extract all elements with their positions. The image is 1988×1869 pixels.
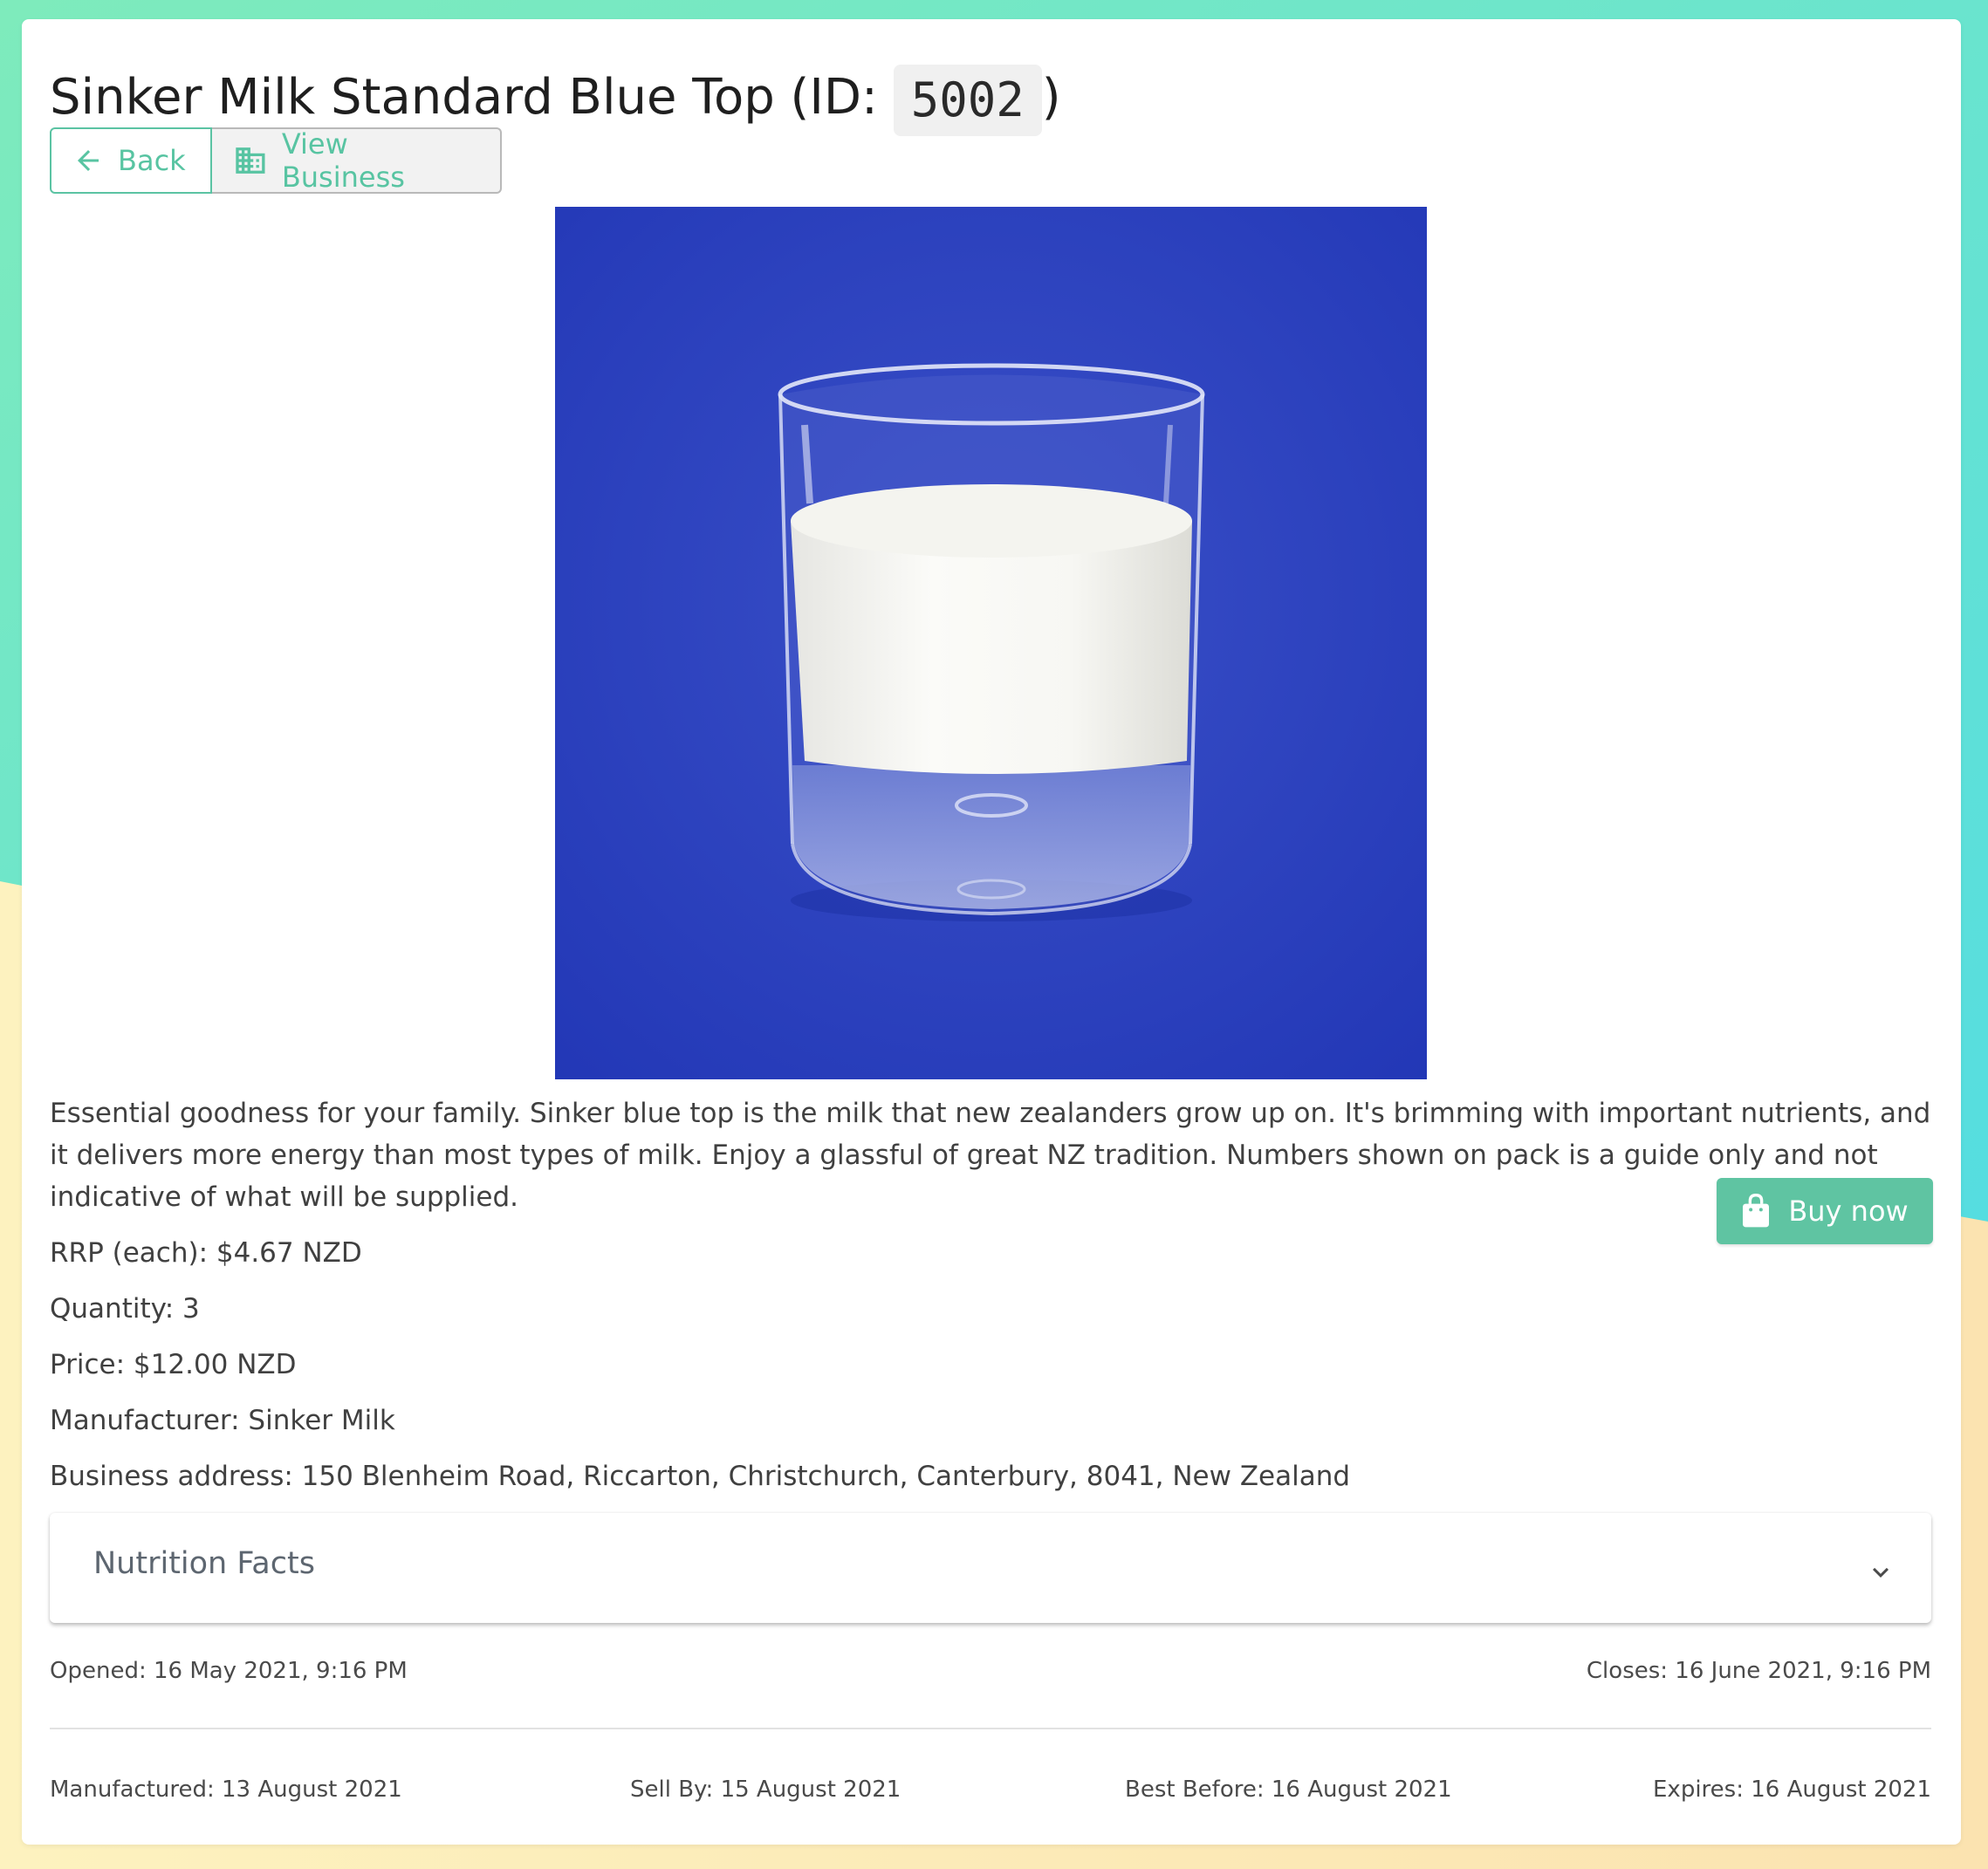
closes-date: Closes: 16 June 2021, 9:16 PM — [1586, 1658, 1931, 1684]
title-text: Sinker Milk Standard Blue Top (ID: — [50, 69, 894, 126]
expires-date: Expires: 16 August 2021 — [1653, 1777, 1931, 1803]
sell-by-date: Sell By: 15 August 2021 — [630, 1777, 901, 1803]
price-text: Price: $12.00 NZD — [50, 1349, 297, 1380]
manufacturer-text: Manufacturer: Sinker Milk — [50, 1405, 395, 1436]
product-id: 5002 — [893, 64, 1042, 136]
manufactured-date: Manufactured: 13 August 2021 — [50, 1777, 402, 1803]
product-card: Sinker Milk Standard Blue Top (ID: 5002)… — [22, 19, 1961, 1845]
divider — [50, 1728, 1931, 1729]
nutrition-facts-panel[interactable]: Nutrition Facts — [50, 1513, 1931, 1623]
opened-date: Opened: 16 May 2021, 9:16 PM — [50, 1658, 408, 1684]
rrp-text: RRP (each): $4.67 NZD — [50, 1237, 362, 1269]
shopping-bag-icon — [1743, 1194, 1770, 1228]
title-suffix: ) — [1041, 69, 1061, 126]
business-address-text: Business address: 150 Blenheim Road, Ric… — [50, 1461, 1351, 1492]
view-business-button[interactable]: View Business — [212, 127, 502, 194]
view-business-label: View Business — [281, 127, 405, 194]
best-before-date: Best Before: 16 August 2021 — [1125, 1777, 1452, 1803]
nav-button-group: Back View Business — [50, 127, 502, 194]
nutrition-facts-title: Nutrition Facts — [93, 1546, 315, 1581]
back-label: Back — [118, 144, 186, 177]
product-description: Essential goodness for your family. Sink… — [50, 1098, 1931, 1213]
arrow-left-icon — [78, 150, 99, 171]
building-icon — [236, 147, 265, 174]
product-image — [555, 207, 1427, 1079]
buy-now-button[interactable]: Buy now — [1717, 1178, 1933, 1244]
quantity-text: Quantity: 3 — [50, 1293, 200, 1325]
chevron-down-icon[interactable] — [1865, 1557, 1896, 1588]
buy-now-label: Buy now — [1788, 1195, 1909, 1228]
back-button[interactable]: Back — [50, 127, 212, 194]
